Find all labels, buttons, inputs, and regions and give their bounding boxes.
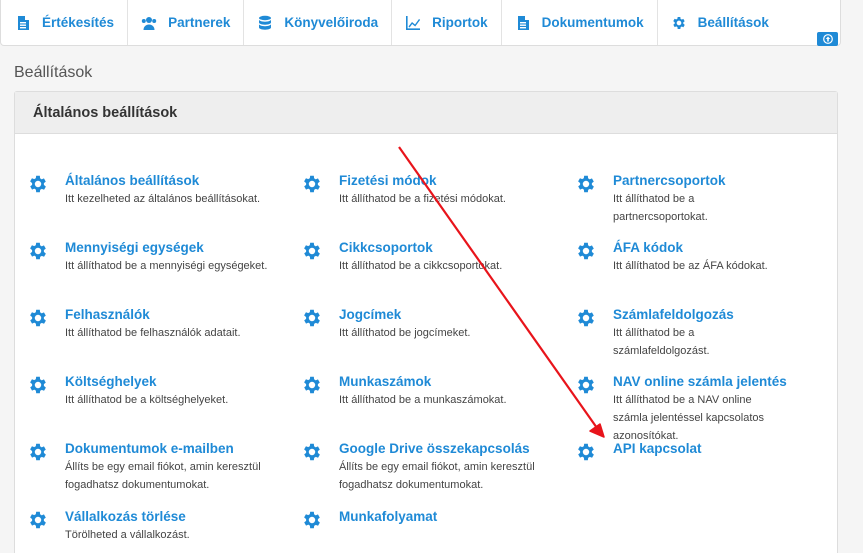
nav-label: Beállítások	[697, 15, 769, 30]
database-icon	[257, 15, 273, 31]
line-chart-icon	[405, 15, 421, 31]
document-icon	[15, 15, 31, 31]
settings-item-title[interactable]: Vállalkozás törlése	[65, 508, 277, 525]
settings-item[interactable]: NAV online számla jelentés Itt állíthatod…	[575, 373, 787, 445]
settings-item-title[interactable]: Költséghelyek	[65, 373, 277, 390]
settings-item[interactable]: Vállalkozás törlése Törölheted a vállalko…	[27, 508, 277, 544]
nav-label: Értékesítés	[42, 15, 115, 30]
settings-item-title[interactable]: Google Drive összekapcsolás	[339, 440, 551, 457]
settings-item-title[interactable]: Fizetési módok	[339, 172, 551, 189]
settings-item-title[interactable]: Számlafeldolgozás	[613, 306, 787, 323]
settings-item[interactable]: Munkafolyamat	[301, 508, 551, 529]
nav-label: Riportok	[432, 15, 488, 30]
gear-icon	[575, 240, 597, 262]
gear-icon	[301, 173, 323, 195]
nav-item-partnerek[interactable]: Partnerek	[128, 0, 245, 45]
gear-icon	[301, 307, 323, 329]
settings-item-description: Állíts be egy email fiókot, amin kereszt…	[65, 461, 261, 491]
settings-item-description: Itt állíthatod be az ÁFA kódokat.	[613, 260, 768, 272]
settings-item-description: Itt állíthatod be a partnercsoportokat.	[613, 193, 708, 223]
settings-item[interactable]: Költséghelyek Itt állíthatod be a költség…	[27, 373, 277, 409]
settings-item-description: Itt állíthatod be a munkaszámokat.	[339, 394, 507, 406]
settings-item-description: Itt állíthatod be felhasználók adatait.	[65, 327, 241, 339]
nav-item-beallitasok[interactable]: Beállítások	[658, 0, 782, 45]
settings-item-description: Itt állíthatod be a költséghelyeket.	[65, 394, 229, 406]
gear-icon	[301, 374, 323, 396]
gear-icon	[301, 509, 323, 531]
settings-item-title[interactable]: Jogcímek	[339, 306, 551, 323]
nav-label: Dokumentumok	[541, 15, 644, 30]
settings-item[interactable]: Felhasználók Itt állíthatod be felhasznál…	[27, 306, 277, 342]
settings-item-description: Itt állíthatod be a számlafeldolgozást.	[613, 327, 710, 357]
settings-item[interactable]: Jogcímek Itt állíthatod be jogcímeket.	[301, 306, 551, 342]
settings-item[interactable]: Mennyiségi egységek Itt állíthatod be a m…	[27, 239, 277, 275]
settings-item-title[interactable]: Dokumentumok e-mailben	[65, 440, 277, 457]
settings-item-title[interactable]: Partnercsoportok	[613, 172, 787, 189]
gear-icon	[301, 441, 323, 463]
settings-item[interactable]: Partnercsoportok Itt állíthatod be a part…	[575, 172, 787, 226]
nav-item-dokumentumok[interactable]: Dokumentumok	[502, 0, 658, 45]
settings-item-title[interactable]: Munkafolyamat	[339, 508, 551, 525]
nav-item-ertekesites[interactable]: Értékesítés	[1, 0, 129, 45]
settings-item[interactable]: API kapcsolat	[575, 440, 787, 461]
settings-item-title[interactable]: Cikkcsoportok	[339, 239, 551, 256]
settings-item-title[interactable]: Felhasználók	[65, 306, 277, 323]
settings-item[interactable]: Általános beállítások Itt kezelheted az á…	[27, 172, 277, 208]
settings-item-title[interactable]: Mennyiségi egységek	[65, 239, 277, 256]
document-icon	[515, 15, 531, 31]
gear-icon	[27, 173, 49, 195]
gear-icon	[27, 509, 49, 531]
settings-item[interactable]: Fizetési módok Itt állíthatod be a fizeté…	[301, 172, 551, 208]
settings-item-description: Itt állíthatod be a NAV online számla je…	[613, 394, 765, 442]
settings-item[interactable]: Dokumentumok e-mailben Állíts be egy emai…	[27, 440, 277, 494]
gear-icon	[575, 307, 597, 329]
settings-item-title[interactable]: ÁFA kódok	[613, 239, 787, 256]
settings-item-description: Itt állíthatod be a mennyiségi egységeke…	[65, 260, 268, 272]
settings-item[interactable]: Google Drive összekapcsolás Állíts be egy…	[301, 440, 551, 494]
gear-icon	[671, 15, 687, 31]
settings-item-title[interactable]: API kapcsolat	[613, 440, 787, 457]
settings-item-title[interactable]: Általános beállítások	[65, 172, 277, 189]
settings-item-description: Törölheted a vállalkozást.	[65, 529, 190, 541]
settings-item[interactable]: Cikkcsoportok Itt állíthatod be a cikkcso…	[301, 239, 551, 275]
settings-item[interactable]: Számlafeldolgozás Itt állíthatod be a szá…	[575, 306, 787, 360]
scroll-up-button[interactable]	[817, 32, 838, 46]
gear-icon	[27, 374, 49, 396]
settings-item-description: Itt állíthatod be a cikkcsoportokat.	[339, 260, 503, 272]
users-icon	[141, 15, 157, 31]
arrow-up-circle-icon	[822, 34, 833, 44]
nav-label: Könyvelőiroda	[284, 15, 379, 30]
nav-item-riportok[interactable]: Riportok	[392, 0, 502, 45]
nav-label: Partnerek	[168, 15, 231, 30]
settings-item-title[interactable]: Munkaszámok	[339, 373, 551, 390]
gear-icon	[575, 173, 597, 195]
gear-icon	[575, 374, 597, 396]
settings-item-title[interactable]: NAV online számla jelentés	[613, 373, 787, 390]
panel-header: Általános beállítások	[15, 92, 837, 134]
settings-item-description: Állíts be egy email fiókot, amin kereszt…	[339, 461, 535, 491]
settings-item[interactable]: Munkaszámok Itt állíthatod be a munkaszám…	[301, 373, 551, 409]
gear-icon	[301, 240, 323, 262]
settings-item[interactable]: ÁFA kódok Itt állíthatod be az ÁFA kódoka…	[575, 239, 787, 275]
gear-icon	[575, 441, 597, 463]
top-navigation: Értékesítés Partnerek Könyvelőiroda Ripo…	[0, 0, 841, 46]
nav-item-konyveloiroda[interactable]: Könyvelőiroda	[244, 0, 393, 45]
settings-item-description: Itt állíthatod be a fizetési módokat.	[339, 193, 506, 205]
gear-icon	[27, 441, 49, 463]
gear-icon	[27, 307, 49, 329]
settings-item-description: Itt állíthatod be jogcímeket.	[339, 327, 471, 339]
page-title: Beállítások	[14, 64, 93, 81]
settings-panel: Általános beállítások Általános beállítá…	[14, 91, 838, 553]
gear-icon	[27, 240, 49, 262]
settings-item-description: Itt kezelheted az általános beállításoka…	[65, 193, 261, 205]
